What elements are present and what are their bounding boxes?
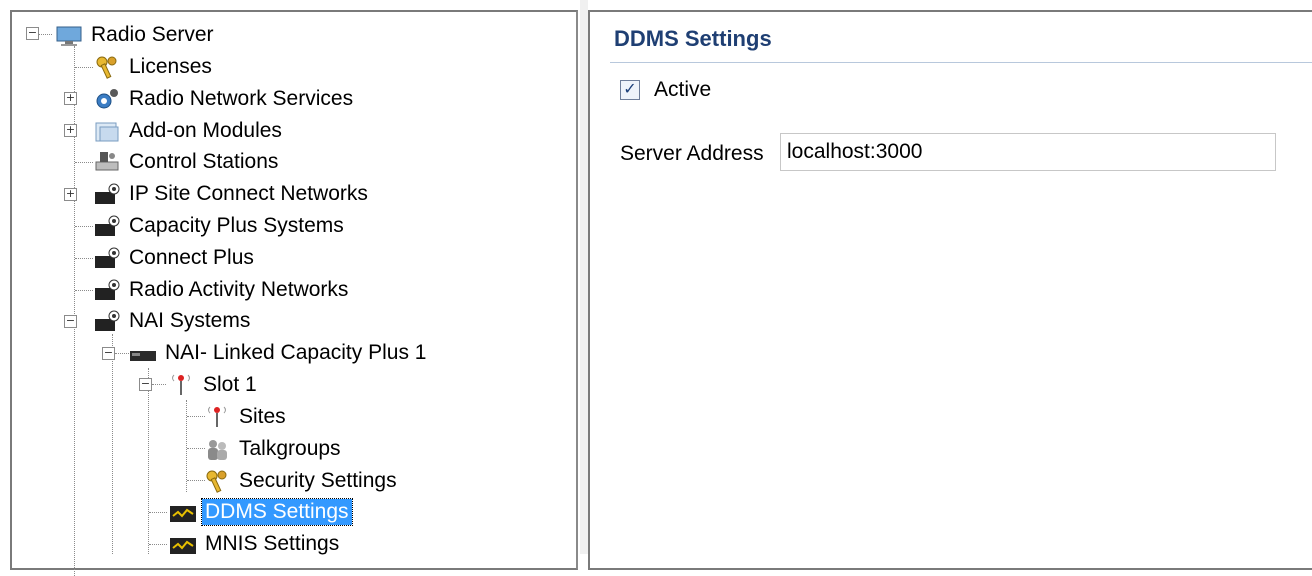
- tree-node-label: Security Settings: [239, 469, 397, 492]
- tree-node-connect-plus[interactable]: Connect Plus: [92, 243, 257, 273]
- title-divider: [610, 62, 1312, 63]
- tree-node-label: Capacity Plus Systems: [129, 214, 344, 237]
- keys-icon: [202, 467, 232, 495]
- server-address-input[interactable]: [780, 133, 1276, 171]
- tree-node-addon-modules[interactable]: Add-on Modules: [92, 116, 285, 146]
- tree-node-nai-linked-capacity-plus-1[interactable]: NAI- Linked Capacity Plus 1: [128, 338, 429, 368]
- network-device-icon: [92, 212, 122, 240]
- network-device-icon: [92, 276, 122, 304]
- gear-network-icon: [92, 85, 122, 113]
- tree-node-radio-server[interactable]: Radio Server: [54, 20, 217, 50]
- tree-node-slot-1[interactable]: Slot 1: [166, 370, 260, 400]
- ddms-icon: [168, 498, 198, 526]
- expand-toggle-addon-modules[interactable]: +: [64, 124, 77, 137]
- antenna-icon: [202, 403, 232, 431]
- tree-node-licenses[interactable]: Licenses: [92, 52, 215, 82]
- server-address-label: Server Address: [620, 142, 764, 165]
- tree-node-label: DDMS Settings: [201, 498, 353, 526]
- page-title: DDMS Settings: [614, 26, 772, 51]
- tree-node-sites[interactable]: Sites: [202, 402, 289, 432]
- settings-panel: DDMS Settings ✓ Active Server Address: [588, 10, 1312, 570]
- network-device-icon: [92, 307, 122, 335]
- panel-splitter[interactable]: [580, 0, 588, 554]
- tree-node-ip-site-connect-networks[interactable]: IP Site Connect Networks: [92, 179, 371, 209]
- tree-node-talkgroups[interactable]: Talkgroups: [202, 434, 344, 464]
- collapse-toggle-radio-server[interactable]: −: [26, 27, 39, 40]
- tree-node-label: Sites: [239, 405, 286, 428]
- talkgroup-icon: [202, 435, 232, 463]
- expand-toggle-radio-network-services[interactable]: +: [64, 92, 77, 105]
- network-device-icon: [92, 180, 122, 208]
- tree-node-label: NAI- Linked Capacity Plus 1: [165, 341, 427, 364]
- modules-icon: [92, 117, 122, 145]
- active-checkbox[interactable]: ✓: [620, 80, 640, 100]
- tree-node-label: NAI Systems: [129, 309, 251, 332]
- repeater-icon: [128, 339, 158, 367]
- active-checkbox-label[interactable]: Active: [654, 78, 711, 102]
- tree-node-capacity-plus-systems[interactable]: Capacity Plus Systems: [92, 211, 347, 241]
- tree-node-label: Radio Activity Networks: [129, 278, 349, 301]
- tree-node-label: Licenses: [129, 55, 212, 78]
- tree-node-radio-activity-networks[interactable]: Radio Activity Networks: [92, 275, 351, 305]
- tree-node-label: Talkgroups: [239, 437, 341, 460]
- tree-node-label: Radio Network Services: [129, 87, 354, 110]
- tree-node-radio-network-services[interactable]: Radio Network Services: [92, 84, 356, 114]
- tree-node-security-settings[interactable]: Security Settings: [202, 466, 400, 496]
- tree-node-label: Radio Server: [91, 23, 214, 46]
- tree-node-control-stations[interactable]: Control Stations: [92, 147, 281, 177]
- tree-node-label: Connect Plus: [129, 246, 254, 269]
- antenna-icon: [166, 371, 196, 399]
- radio-station-icon: [92, 148, 122, 176]
- tree-node-nai-systems[interactable]: NAI Systems: [92, 306, 253, 336]
- tree-node-ddms-settings[interactable]: DDMS Settings: [168, 497, 353, 527]
- network-device-icon: [92, 244, 122, 272]
- keys-icon: [92, 53, 122, 81]
- tree-node-label: MNIS Settings: [205, 532, 340, 555]
- expand-toggle-ip-site-connect[interactable]: +: [64, 188, 77, 201]
- collapse-toggle-nai-linked[interactable]: −: [102, 347, 115, 360]
- tree-node-label: Control Stations: [129, 150, 279, 173]
- tree-node-mnis-settings[interactable]: MNIS Settings: [168, 529, 342, 559]
- tree-node-label: Slot 1: [203, 373, 257, 396]
- tree-node-label: Add-on Modules: [129, 119, 282, 142]
- collapse-toggle-slot-1[interactable]: −: [139, 378, 152, 391]
- monitor-icon: [54, 21, 84, 49]
- navigation-tree[interactable]: − Radio Server Licenses + Radio Network …: [10, 10, 578, 576]
- tree-node-label: IP Site Connect Networks: [129, 182, 368, 205]
- collapse-toggle-nai-systems[interactable]: −: [64, 315, 77, 328]
